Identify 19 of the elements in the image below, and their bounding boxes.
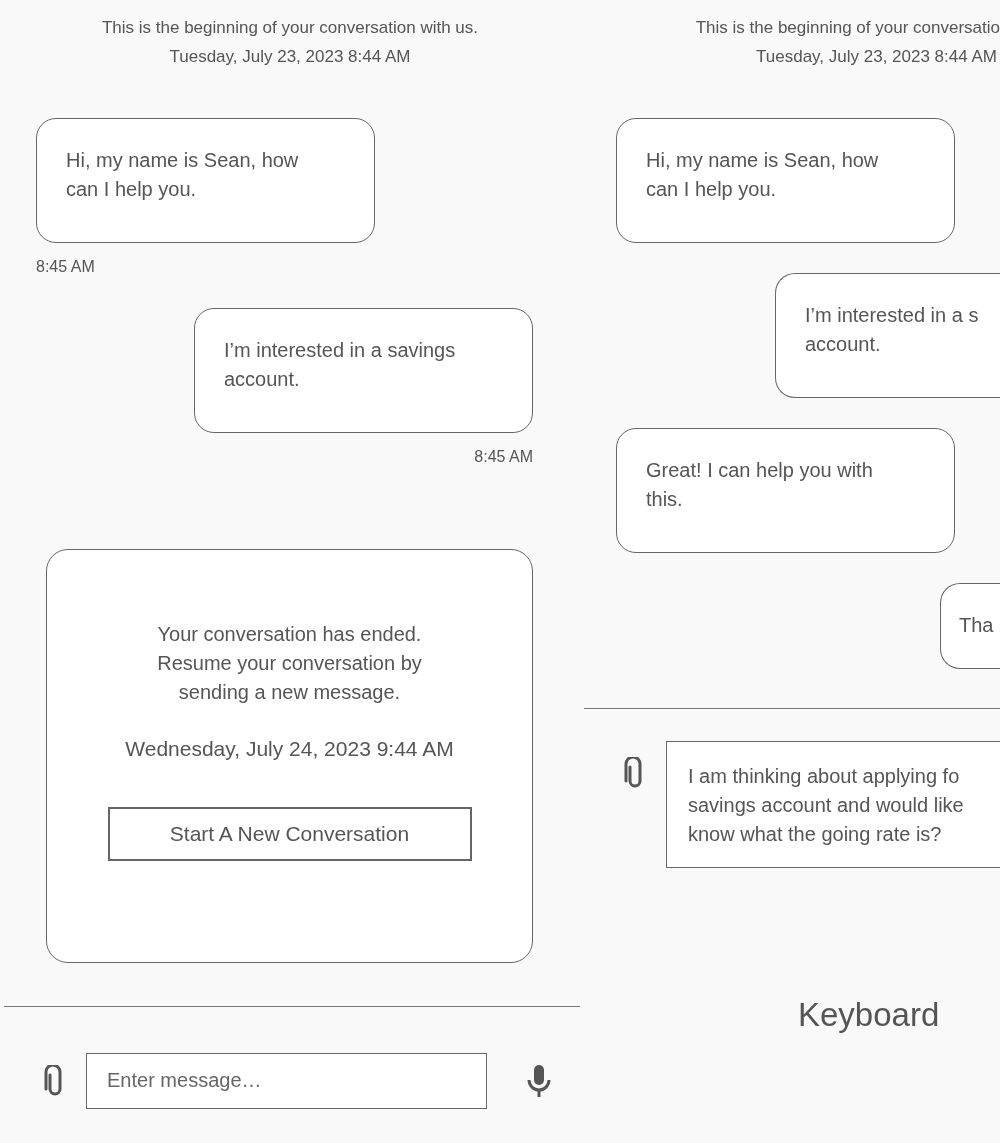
user-message-bubble: I’m interested in a s account. <box>775 273 1000 398</box>
user-message-bubble: I’m interested in a savings account. <box>194 308 533 433</box>
conversation-date: Tuesday, July 23, 2023 8:44 AM <box>168 46 412 68</box>
agent-message-bubble: Hi, my name is Sean, how can I help you. <box>616 118 955 243</box>
message-time: 8:45 AM <box>36 257 96 277</box>
conversation-intro: This is the beginning of your conversatio <box>694 17 1000 39</box>
microphone-icon[interactable] <box>527 1064 551 1099</box>
ended-message: Your conversation has ended. Resume your conversation by sending a new message. <box>157 622 422 705</box>
agent-message-bubble: Great! I can help you with this. <box>616 428 955 553</box>
message-time: 8:45 AM <box>473 447 533 467</box>
ended-date: Wednesday, July 24, 2023 9:44 AM <box>125 737 454 761</box>
conversation-date: Tuesday, July 23, 2023 8:44 AM <box>755 46 998 68</box>
message-field[interactable]: Enter message… <box>86 1053 487 1110</box>
agent-message-bubble: Hi, my name is Sean, how can I help you. <box>36 118 375 243</box>
keyboard-label: Keyboard <box>798 996 941 1035</box>
conversation-intro: This is the beginning of your conversation with us. <box>100 17 480 39</box>
message-field[interactable]: I am thinking about applying fo savings account and would like know what the going rate is? <box>666 741 1000 869</box>
user-message-bubble: Tha <box>940 583 1000 669</box>
start-conversation-button[interactable]: Start A New Conversation <box>107 807 472 861</box>
